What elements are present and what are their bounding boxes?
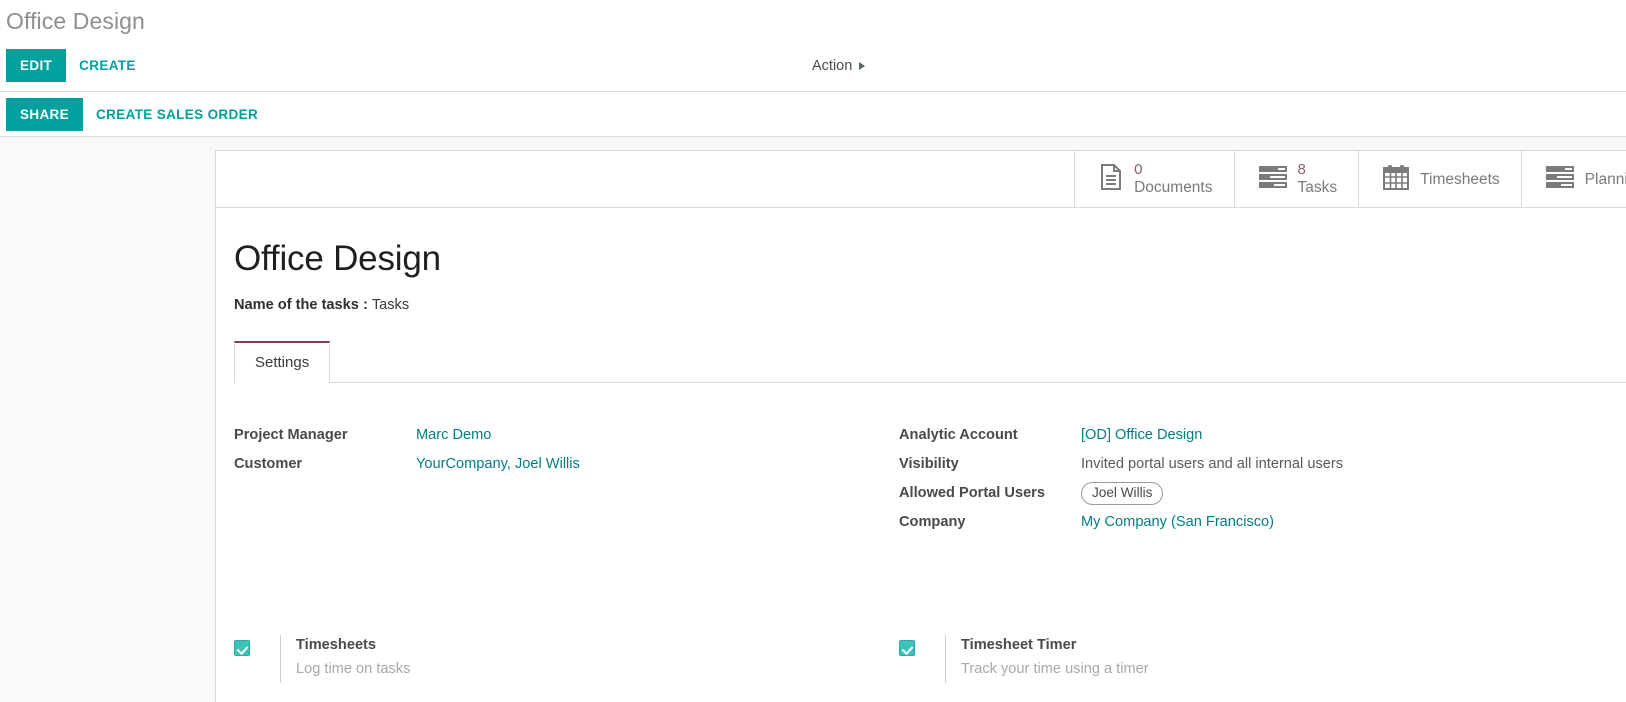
stat-button-documents[interactable]: 0 Documents — [1074, 151, 1234, 207]
field-company: Company My Company (San Francisco) — [899, 508, 1564, 537]
stat-value-documents: 0 — [1134, 161, 1143, 178]
field-analytic-account: Analytic Account [OD] Office Design — [899, 421, 1564, 450]
edit-button[interactable]: EDIT — [6, 49, 67, 82]
field-column-left: Project Manager Marc Demo Customer YourC… — [234, 421, 899, 537]
checkbox-timesheets[interactable] — [234, 640, 250, 656]
notebook-tabs: Settings — [234, 341, 1626, 383]
setting-description-timesheet-timer: Track your time using a timer — [961, 661, 1149, 677]
create-sales-order-button[interactable]: CREATE SALES ORDER — [83, 98, 271, 131]
field-label-customer: Customer — [234, 456, 303, 472]
setting-timesheet-timer-text: Timesheet Timer Track your time using a … — [945, 635, 1149, 683]
field-column-right: Analytic Account [OD] Office Design Visi… — [899, 421, 1564, 537]
field-allowed-portal-users: Allowed Portal Users Joel Willis — [899, 479, 1564, 508]
breadcrumb: Office Design — [0, 0, 1626, 40]
stat-button-timesheets[interactable]: Timesheets — [1358, 151, 1521, 207]
field-label-allowed-portal-users: Allowed Portal Users — [899, 485, 1045, 501]
task-name-row: Name of the tasks : Tasks — [234, 297, 1626, 313]
setting-title-timesheets: Timesheets — [296, 637, 377, 653]
setting-timesheets: Timesheets Log time on tasks — [234, 635, 899, 683]
checkbox-timesheet-timer[interactable] — [899, 640, 915, 656]
record-title: Office Design — [234, 239, 441, 278]
field-value-analytic-account[interactable]: [OD] Office Design — [1081, 421, 1202, 450]
task-name-label: Name of the tasks : — [234, 297, 368, 313]
action-menu-label: Action — [812, 57, 853, 74]
setting-title-timesheet-timer: Timesheet Timer — [961, 637, 1077, 653]
settings-toggles: Timesheets Log time on tasks Timesheet T… — [234, 537, 1626, 683]
tab-settings[interactable]: Settings — [234, 341, 331, 383]
planning-list-icon — [1545, 165, 1574, 194]
content-area: 0 Documents 8 Tasks Timesheets Plann Off… — [0, 137, 1626, 702]
field-value-allowed-portal-users: Joel Willis — [1081, 479, 1164, 508]
setting-description-timesheets: Log time on tasks — [296, 661, 411, 677]
control-panel-secondary: SHARE CREATE SALES ORDER — [0, 91, 1626, 137]
share-button[interactable]: SHARE — [6, 97, 84, 131]
stat-label-planning: Planning — [1584, 170, 1626, 188]
field-value-customer[interactable]: YourCompany, Joel Willis — [416, 450, 580, 479]
field-label-analytic-account: Analytic Account — [899, 427, 1018, 443]
sheet-body: Office Design Name of the tasks : Tasks S… — [216, 208, 1626, 683]
setting-timesheet-timer: Timesheet Timer Track your time using a … — [899, 635, 1564, 683]
field-value-visibility[interactable]: Invited portal users and all internal us… — [1081, 450, 1343, 479]
calendar-icon — [1383, 164, 1410, 195]
task-name-value: Tasks — [371, 297, 410, 313]
document-icon — [1099, 163, 1123, 195]
tasks-list-icon — [1258, 165, 1287, 194]
field-columns: Project Manager Marc Demo Customer YourC… — [234, 383, 1626, 537]
field-label-project-manager: Project Manager — [234, 427, 348, 443]
form-sheet: 0 Documents 8 Tasks Timesheets Plann Off… — [215, 150, 1626, 702]
field-customer: Customer YourCompany, Joel Willis — [234, 450, 899, 479]
notebook: Settings — [234, 341, 1626, 383]
chevron-right-icon — [859, 61, 866, 70]
stat-label-documents: Documents — [1134, 179, 1213, 196]
action-menu[interactable]: Action — [812, 57, 866, 74]
field-value-company[interactable]: My Company (San Francisco) — [1081, 508, 1274, 537]
field-project-manager: Project Manager Marc Demo — [234, 421, 899, 450]
tag-joel-willis[interactable]: Joel Willis — [1081, 482, 1164, 505]
control-panel-primary: EDIT CREATE Action — [0, 40, 1626, 91]
stat-button-tasks[interactable]: 8 Tasks — [1233, 151, 1359, 207]
field-label-company: Company — [899, 514, 966, 530]
stat-button-box: 0 Documents 8 Tasks Timesheets Plann — [216, 151, 1626, 208]
setting-timesheets-text: Timesheets Log time on tasks — [280, 635, 410, 683]
stat-label-tasks: Tasks — [1297, 179, 1338, 196]
create-button[interactable]: CREATE — [66, 49, 149, 82]
field-label-visibility: Visibility — [899, 456, 959, 472]
stat-label-timesheets: Timesheets — [1420, 170, 1500, 188]
stat-value-tasks: 8 — [1297, 161, 1306, 178]
field-value-project-manager[interactable]: Marc Demo — [416, 421, 491, 450]
field-visibility: Visibility Invited portal users and all … — [899, 450, 1564, 479]
breadcrumb-title[interactable]: Office Design — [6, 8, 145, 34]
stat-button-planning[interactable]: Planning — [1520, 151, 1626, 207]
